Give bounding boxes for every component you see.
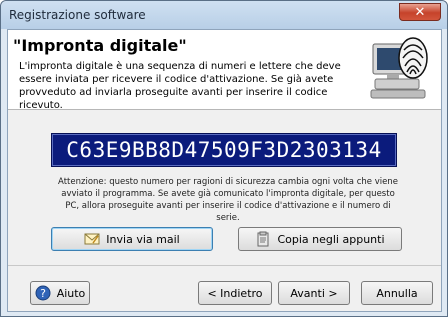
intro-text: L'impronta digitale è una sequenza di nu… bbox=[19, 61, 341, 111]
fingerprint-code: C63E9BB8D47509F3D2303134 bbox=[51, 133, 397, 167]
cancel-label: Annulla bbox=[376, 286, 418, 300]
header-panel: "Impronta digitale" L'impronta digitale … bbox=[8, 30, 441, 111]
back-label: < Indietro bbox=[207, 286, 263, 300]
warning-note: Attenzione: questo numero per ragioni di… bbox=[58, 177, 398, 223]
dialog-window: Registrazione software ✕ "Impronta digit… bbox=[0, 0, 448, 317]
copy-button[interactable]: Copia negli appunti bbox=[238, 227, 402, 251]
back-button[interactable]: < Indietro bbox=[198, 281, 272, 305]
cancel-button[interactable]: Annulla bbox=[361, 281, 433, 305]
clipboard-icon bbox=[257, 231, 269, 247]
help-label: Aiuto bbox=[56, 286, 86, 300]
mail-icon bbox=[84, 233, 100, 245]
close-icon: ✕ bbox=[414, 4, 426, 20]
help-icon: ? bbox=[35, 285, 51, 301]
next-label: Avanti > bbox=[290, 286, 338, 300]
send-mail-button[interactable]: Invia via mail bbox=[51, 227, 213, 251]
window-title: Registrazione software bbox=[9, 8, 146, 22]
computer-fingerprint-icon bbox=[370, 37, 428, 99]
page-title: "Impronta digitale" bbox=[13, 36, 187, 55]
svg-text:?: ? bbox=[40, 287, 46, 300]
title-bar[interactable]: Registrazione software ✕ bbox=[1, 1, 447, 29]
divider bbox=[8, 265, 441, 266]
send-mail-label: Invia via mail bbox=[106, 232, 180, 246]
help-button[interactable]: ? Aiuto bbox=[30, 281, 90, 305]
dialog-content: "Impronta digitale" L'impronta digitale … bbox=[7, 29, 442, 312]
next-button[interactable]: Avanti > bbox=[278, 281, 350, 305]
copy-label: Copia negli appunti bbox=[277, 232, 385, 246]
close-button[interactable]: ✕ bbox=[399, 3, 441, 21]
